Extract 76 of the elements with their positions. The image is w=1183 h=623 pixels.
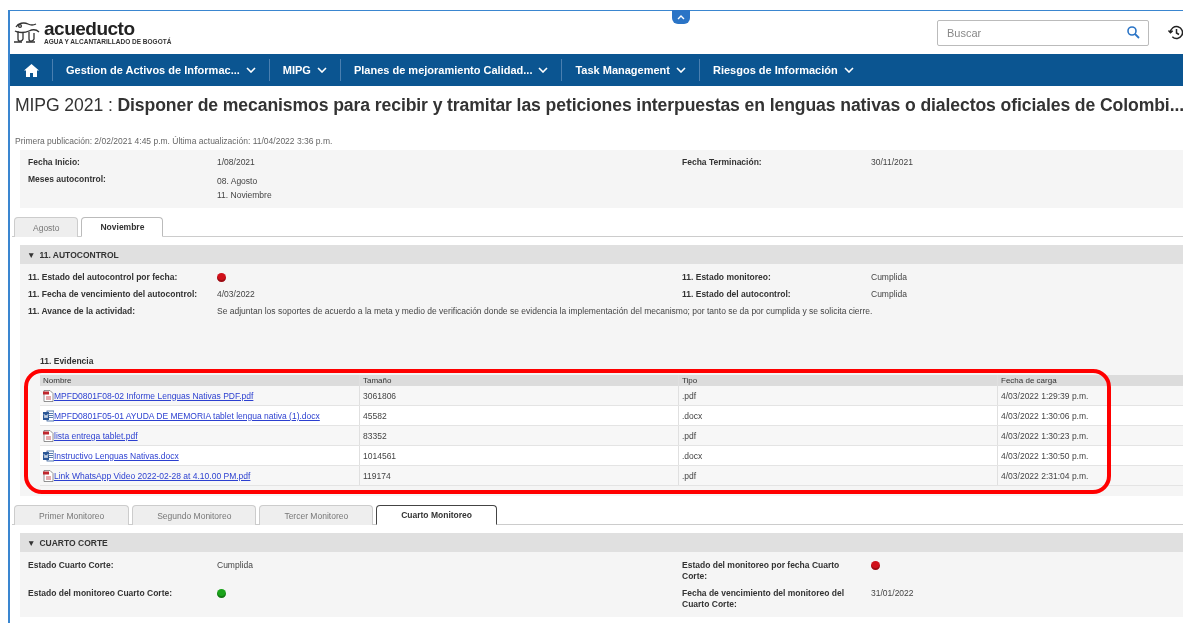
table-cell: 3061806 <box>359 386 679 406</box>
word-document-icon <box>43 409 54 422</box>
nav-menu-item[interactable]: MIPG <box>269 59 341 81</box>
field-value: 1/08/2021 <box>217 156 256 169</box>
field-label: Estado del monitoreo Cuarto Corte: <box>28 587 174 600</box>
field-value: Cumplida <box>871 288 908 301</box>
field-label: 11. Estado del autocontrol por fecha: <box>28 271 179 284</box>
search-icon <box>1127 25 1140 39</box>
field-value: 4/03/2022 <box>217 288 256 301</box>
field-value: 11. Noviembre <box>217 189 273 202</box>
field-label: Estado Cuarto Corte: <box>28 559 115 572</box>
chevron-down-icon <box>676 67 686 73</box>
column-header: Tamaño <box>359 375 679 386</box>
field-label: Fecha Inicio: <box>28 156 81 169</box>
nav-menu-item[interactable]: Riesgos de Información <box>700 59 867 81</box>
field-label: Fecha Terminación: <box>682 156 763 169</box>
history-icon[interactable] <box>1167 25 1183 40</box>
pdf-file-icon <box>43 469 54 482</box>
file-link[interactable]: Link WhatsApp Video 2022-02-28 at 4.10.00 PM.pdf <box>54 470 251 481</box>
column-header: Nombre <box>40 375 360 386</box>
chevron-down-icon <box>245 67 256 73</box>
section-header[interactable]: ▼ 11. AUTOCONTROL <box>20 245 1183 264</box>
pdf-file-icon <box>43 429 54 442</box>
field-value: Cumplida <box>871 271 908 284</box>
file-link[interactable]: lista entrega tablet.pdf <box>54 430 138 441</box>
collapse-button[interactable] <box>672 10 690 24</box>
table-cell: 45582 <box>359 405 679 426</box>
nav-menu-item[interactable]: Task Management <box>562 59 700 81</box>
tab[interactable]: Primer Monitoreo <box>14 505 130 525</box>
nav-menu-item[interactable]: Gestion de Activos de Informac... <box>53 59 270 81</box>
collapse-toggle[interactable]: ▼ <box>27 249 36 260</box>
publication-info: Primera publicación: 2/02/2021 4:45 p.m. Última actualización: 11/04/2022 3:36 p.m. <box>15 136 334 146</box>
table-cell: 83352 <box>359 425 679 446</box>
pdf-file-icon <box>43 389 54 402</box>
page-title: MIPG 2021 : Disponer de mecanismos para recibir y tramitar las peticiones interpuestas en lenguas nativas o dialectos oficiales de Colombi... <box>15 95 1183 116</box>
table-cell: .docx <box>678 405 998 426</box>
nav-menu-item[interactable]: Planes de mejoramiento Calidad... <box>340 59 563 81</box>
column-header: Fecha de carga <box>997 375 1183 386</box>
table-cell: .docx <box>678 445 998 466</box>
field-value: Se adjuntan los soportes de acuerdo a la meta y medio de verificación donde se evidencia la implementación del mecanismo; por tanto se da por cumplida y se solicita cierre. <box>217 305 874 318</box>
field-value: Cumplida <box>217 559 254 572</box>
table-cell: .pdf <box>678 465 998 486</box>
tab[interactable]: Tercer Monitoreo <box>259 505 374 525</box>
tab[interactable]: Noviembre <box>81 217 164 237</box>
tab[interactable]: Segundo Monitoreo <box>132 505 257 525</box>
section-title: 11. AUTOCONTROL <box>39 249 119 260</box>
field-label: Meses autocontrol: <box>28 173 107 186</box>
collapse-toggle[interactable]: ▼ <box>27 537 36 548</box>
field-label: 11. Estado del autocontrol: <box>682 288 792 301</box>
field-value: 31/01/2022 <box>871 587 915 600</box>
home-icon[interactable] <box>23 63 39 77</box>
table-cell: .pdf <box>678 425 998 446</box>
table-cell: .pdf <box>678 386 998 406</box>
field-label: 11. Avance de la actividad: <box>28 305 137 318</box>
field-label: 11. Estado monitoreo: <box>682 271 772 284</box>
word-document-icon <box>43 449 54 462</box>
field-label: 11. Fecha de vencimiento del autocontrol: <box>28 288 199 301</box>
tab[interactable]: Agosto <box>14 217 79 237</box>
section-header[interactable]: ▼ CUARTO CORTE <box>20 533 1183 552</box>
chevron-up-icon <box>677 14 685 20</box>
search-field[interactable]: Buscar <box>937 19 1149 46</box>
table-cell: 1014561 <box>359 445 679 466</box>
table-cell: 4/03/2022 1:29:39 p.m. <box>997 386 1183 406</box>
tab[interactable]: Cuarto Monitoreo <box>376 505 497 525</box>
logo-text: acueducto <box>44 19 135 39</box>
chevron-down-icon <box>843 67 854 73</box>
field-label: Estado del monitoreo por fecha Cuarto Corte: <box>682 559 841 583</box>
section-title: CUARTO CORTE <box>39 537 108 548</box>
chevron-down-icon <box>316 67 327 73</box>
chevron-down-icon <box>538 67 549 73</box>
field-value: 08. Agosto <box>217 175 259 188</box>
field-label: Fecha de vencimiento del monitoreo del Cuarto Corte: <box>682 587 845 611</box>
evidence-label: 11. Evidencia <box>40 356 95 366</box>
table-cell: 119174 <box>359 465 679 486</box>
column-header: Tipo <box>678 375 998 386</box>
field-value: 30/11/2021 <box>871 156 914 169</box>
